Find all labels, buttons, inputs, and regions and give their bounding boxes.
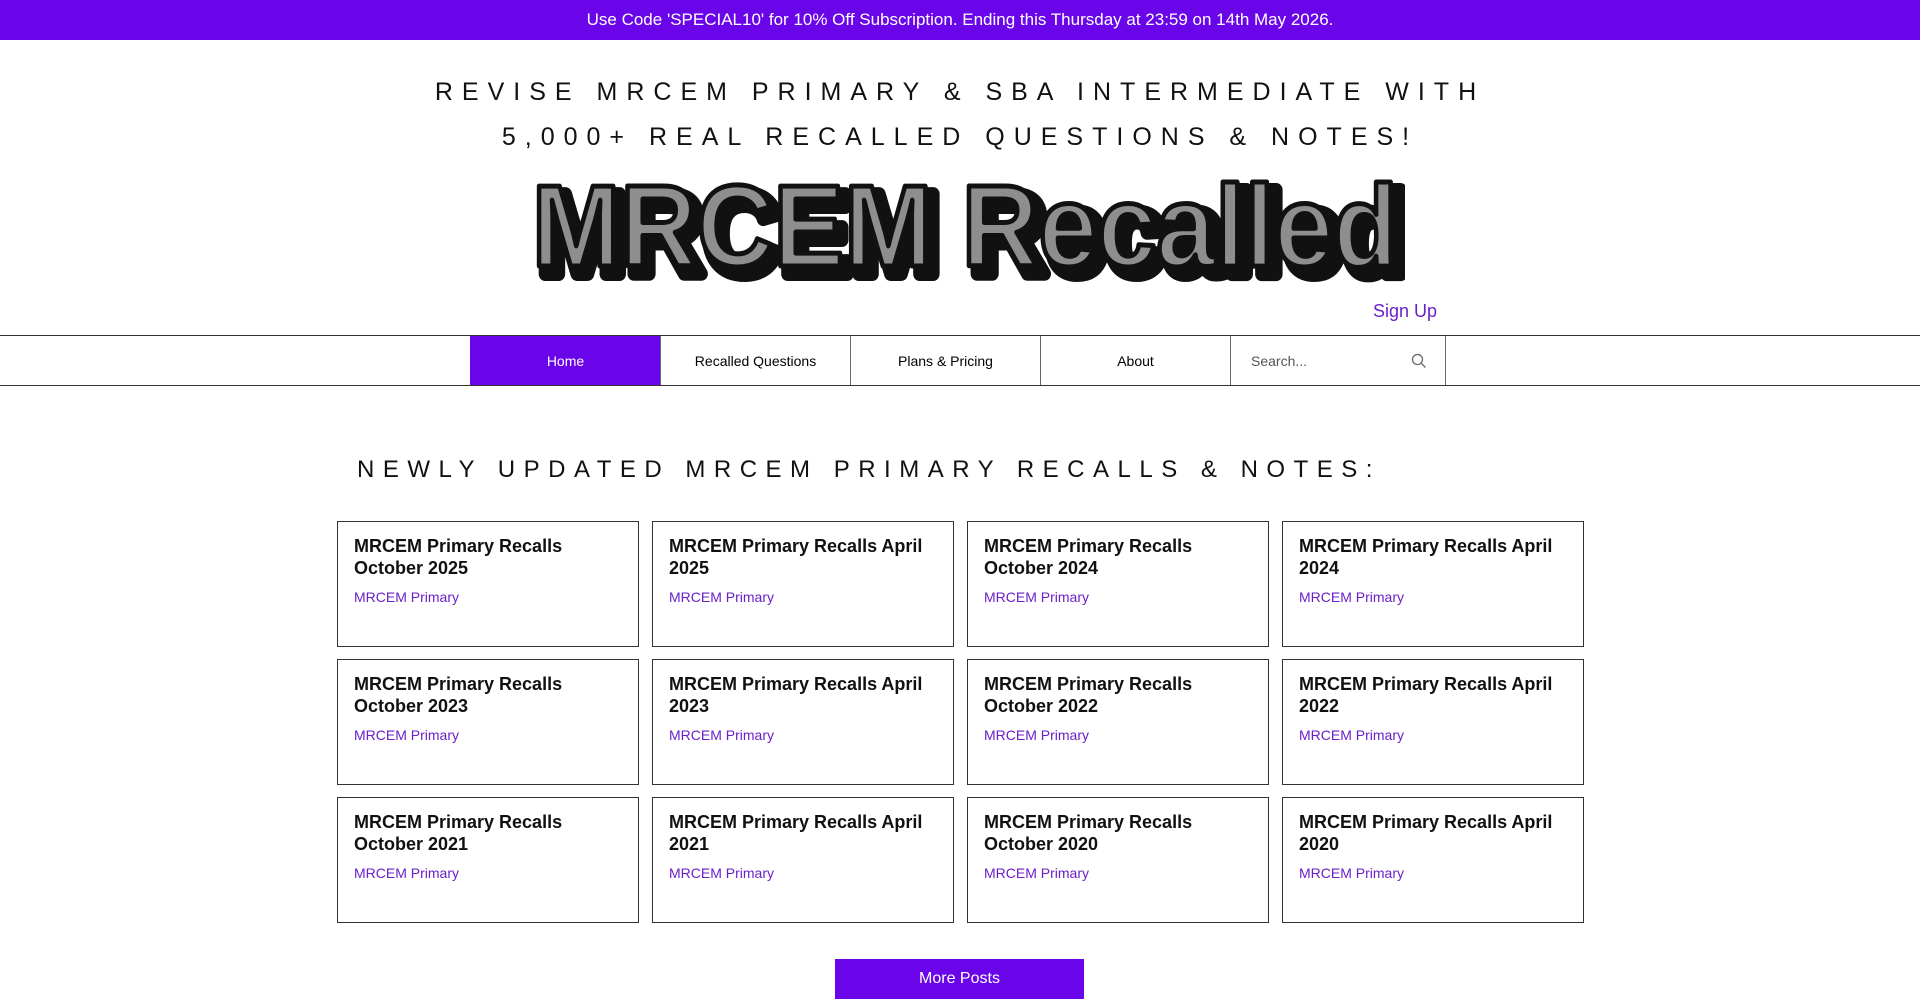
search-input[interactable] <box>1249 351 1393 370</box>
post-category-link[interactable]: MRCEM Primary <box>354 727 459 743</box>
more-posts-button[interactable]: More Posts <box>835 959 1084 999</box>
sign-up-link[interactable]: Sign Up <box>1373 301 1437 322</box>
post-category-link[interactable]: MRCEM Primary <box>354 865 459 881</box>
nav-item-about[interactable]: About <box>1040 336 1230 385</box>
nav-item-recalled-questions[interactable]: Recalled Questions <box>660 336 850 385</box>
post-title[interactable]: MRCEM Primary Recalls October 2024 <box>984 535 1252 579</box>
tagline-line-2: 5,000+ REAL RECALLED QUESTIONS & NOTES! <box>501 123 1419 151</box>
post-card[interactable]: MRCEM Primary Recalls October 2025 MRCEM… <box>337 521 639 647</box>
post-card[interactable]: MRCEM Primary Recalls October 2022 MRCEM… <box>967 659 1269 785</box>
promo-banner: Use Code 'SPECIAL10' for 10% Off Subscri… <box>0 0 1920 40</box>
site-logo[interactable]: MRCEM Recalled MRCEM Recalled <box>525 168 1406 288</box>
post-category-link[interactable]: MRCEM Primary <box>1299 865 1404 881</box>
post-title[interactable]: MRCEM Primary Recalls April 2023 <box>669 673 937 717</box>
nav-item-plans-pricing[interactable]: Plans & Pricing <box>850 336 1040 385</box>
post-title[interactable]: MRCEM Primary Recalls April 2025 <box>669 535 937 579</box>
promo-text: Use Code 'SPECIAL10' for 10% Off Subscri… <box>586 10 1334 29</box>
post-card[interactable]: MRCEM Primary Recalls October 2024 MRCEM… <box>967 521 1269 647</box>
post-category-link[interactable]: MRCEM Primary <box>1299 727 1404 743</box>
post-card[interactable]: MRCEM Primary Recalls April 2024 MRCEM P… <box>1282 521 1584 647</box>
post-title[interactable]: MRCEM Primary Recalls April 2022 <box>1299 673 1567 717</box>
post-title[interactable]: MRCEM Primary Recalls October 2022 <box>984 673 1252 717</box>
post-category-link[interactable]: MRCEM Primary <box>669 865 774 881</box>
section-heading: NEWLY UPDATED MRCEM PRIMARY RECALLS & NO… <box>357 456 1381 483</box>
post-card[interactable]: MRCEM Primary Recalls April 2021 MRCEM P… <box>652 797 954 923</box>
post-card[interactable]: MRCEM Primary Recalls April 2022 MRCEM P… <box>1282 659 1584 785</box>
post-card[interactable]: MRCEM Primary Recalls October 2023 MRCEM… <box>337 659 639 785</box>
main-nav: Home Recalled Questions Plans & Pricing … <box>0 335 1920 386</box>
post-title[interactable]: MRCEM Primary Recalls October 2020 <box>984 811 1252 855</box>
post-card[interactable]: MRCEM Primary Recalls April 2025 MRCEM P… <box>652 521 954 647</box>
posts-grid: MRCEM Primary Recalls October 2025 MRCEM… <box>337 521 1584 923</box>
post-card[interactable]: MRCEM Primary Recalls April 2020 MRCEM P… <box>1282 797 1584 923</box>
nav-item-home[interactable]: Home <box>470 336 660 385</box>
post-title[interactable]: MRCEM Primary Recalls April 2024 <box>1299 535 1567 579</box>
post-title[interactable]: MRCEM Primary Recalls April 2021 <box>669 811 937 855</box>
search-box <box>1230 336 1446 385</box>
post-card[interactable]: MRCEM Primary Recalls October 2020 MRCEM… <box>967 797 1269 923</box>
post-title[interactable]: MRCEM Primary Recalls October 2021 <box>354 811 622 855</box>
post-card[interactable]: MRCEM Primary Recalls October 2021 MRCEM… <box>337 797 639 923</box>
tagline-line-1: REVISE MRCEM PRIMARY & SBA INTERMEDIATE … <box>434 78 1486 106</box>
post-title[interactable]: MRCEM Primary Recalls October 2023 <box>354 673 622 717</box>
post-title[interactable]: MRCEM Primary Recalls April 2020 <box>1299 811 1567 855</box>
post-card[interactable]: MRCEM Primary Recalls April 2023 MRCEM P… <box>652 659 954 785</box>
post-category-link[interactable]: MRCEM Primary <box>984 727 1089 743</box>
logo-text: MRCEM Recalled <box>532 168 1398 288</box>
search-icon[interactable] <box>1411 353 1427 369</box>
post-title[interactable]: MRCEM Primary Recalls October 2025 <box>354 535 622 579</box>
post-category-link[interactable]: MRCEM Primary <box>669 589 774 605</box>
post-category-link[interactable]: MRCEM Primary <box>669 727 774 743</box>
post-category-link[interactable]: MRCEM Primary <box>984 865 1089 881</box>
post-category-link[interactable]: MRCEM Primary <box>354 589 459 605</box>
post-category-link[interactable]: MRCEM Primary <box>984 589 1089 605</box>
post-category-link[interactable]: MRCEM Primary <box>1299 589 1404 605</box>
